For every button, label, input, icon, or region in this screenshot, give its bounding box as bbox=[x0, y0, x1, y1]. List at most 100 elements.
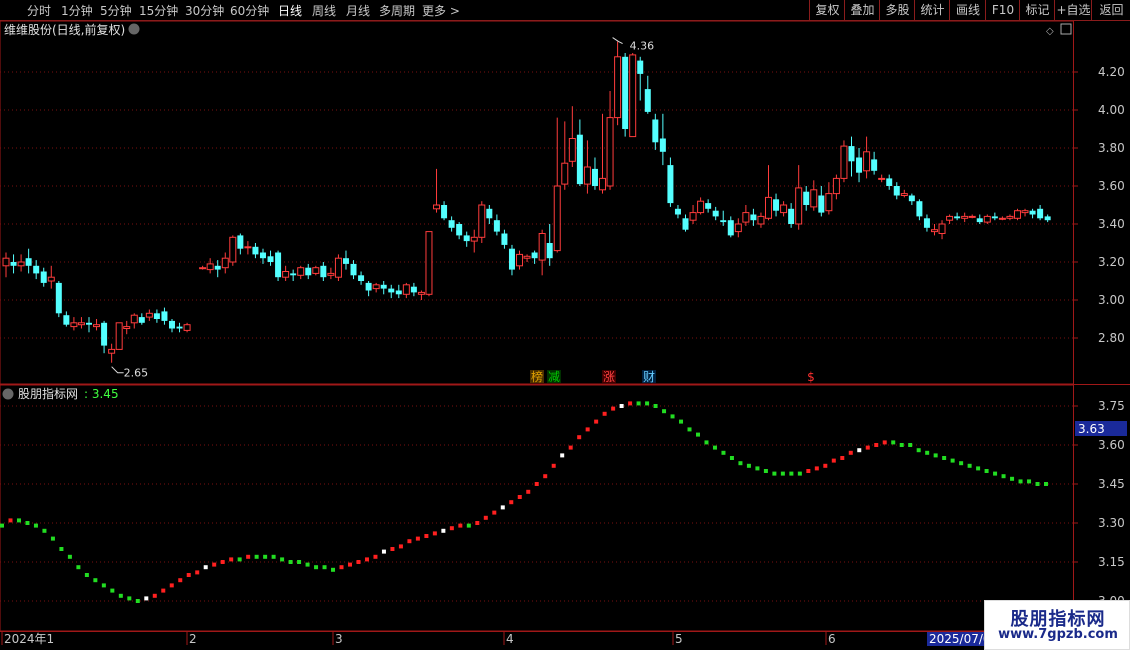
candle-body-up bbox=[795, 187, 803, 225]
indicator-dot bbox=[560, 453, 565, 458]
toolbar-button-4[interactable]: 画线 bbox=[949, 0, 986, 20]
candle-body-up bbox=[123, 326, 131, 330]
toolbar-button-7[interactable]: +自选 bbox=[1054, 0, 1092, 20]
candle-body-down bbox=[501, 233, 508, 245]
candle-body-down bbox=[410, 286, 417, 293]
candle-body-up bbox=[77, 322, 85, 326]
candle-body-up bbox=[327, 272, 335, 276]
candle-body-up bbox=[108, 348, 116, 354]
indicator-dot bbox=[814, 466, 819, 471]
candle-body-down bbox=[252, 246, 259, 255]
candle-body-down bbox=[85, 322, 92, 325]
candle-body-up bbox=[599, 177, 607, 191]
indicator-dot bbox=[568, 445, 573, 450]
toolbar-button-3[interactable]: 统计 bbox=[914, 0, 950, 20]
indicator-dot bbox=[8, 518, 13, 523]
main-y-tick-label: 3.20 bbox=[1098, 255, 1125, 269]
indicator-dot bbox=[933, 453, 938, 458]
indicator-dot bbox=[509, 500, 514, 505]
indicator-dot bbox=[212, 562, 217, 567]
candle-body-down bbox=[214, 265, 221, 270]
candle-body-up bbox=[606, 117, 614, 187]
period-tab-2[interactable]: 5分钟 bbox=[100, 2, 132, 19]
candle-body-up bbox=[780, 204, 788, 214]
toolbar-button-6[interactable]: 标记 bbox=[1019, 0, 1055, 20]
candle-body-up bbox=[840, 145, 848, 179]
indicator-dot bbox=[50, 536, 55, 541]
main-y-tick-label: 2.80 bbox=[1098, 331, 1125, 345]
indicator-dot bbox=[441, 528, 446, 533]
candle-body-down bbox=[267, 256, 274, 262]
period-tab-8[interactable]: 月线 bbox=[346, 2, 370, 19]
period-tab-7[interactable]: 周线 bbox=[312, 2, 336, 19]
candle-body-up bbox=[199, 267, 207, 270]
event-mark-3[interactable]: 财 bbox=[643, 370, 655, 384]
toolbar-button-0[interactable]: 复权 bbox=[809, 0, 845, 20]
toolbar-button-8[interactable]: 返回 bbox=[1091, 0, 1130, 20]
indicator-panel-frame bbox=[0, 384, 1074, 632]
indicator-value: : 3.45 bbox=[84, 387, 119, 401]
event-mark-4[interactable]: $ bbox=[807, 370, 815, 384]
indicator-dot bbox=[322, 565, 327, 570]
toolbar-button-2[interactable]: 多股 bbox=[879, 0, 915, 20]
candle-body-down bbox=[138, 317, 145, 323]
main-y-tick-label: 4.00 bbox=[1098, 103, 1125, 117]
candle-body-up bbox=[583, 166, 591, 185]
indicator-dot bbox=[687, 427, 692, 432]
period-tab-0[interactable]: 分时 bbox=[27, 2, 51, 19]
indicator-dot bbox=[729, 456, 734, 460]
indicator-dot bbox=[288, 560, 293, 564]
diamond-icon[interactable]: ◇ bbox=[1046, 26, 1054, 37]
event-mark-0[interactable]: 榜 bbox=[531, 369, 543, 384]
event-mark-1[interactable]: 减 bbox=[548, 370, 560, 384]
candle-body-up bbox=[183, 324, 191, 331]
toolbar-button-5[interactable]: F10 bbox=[985, 0, 1020, 20]
x-axis-label: 5 bbox=[675, 632, 683, 646]
candle-body-up bbox=[433, 204, 441, 210]
candle-body-down bbox=[441, 205, 448, 219]
indicator-dot bbox=[381, 549, 386, 554]
indicator-dot bbox=[59, 547, 64, 551]
low-price-label: 2.65 bbox=[124, 367, 149, 380]
x-axis-label: 2024年1 bbox=[4, 632, 54, 646]
toolbar-button-1[interactable]: 叠加 bbox=[844, 0, 880, 20]
candle-body-down bbox=[674, 208, 681, 215]
candle-body-down bbox=[395, 290, 402, 295]
candle-body-down bbox=[856, 157, 863, 173]
period-tab-6[interactable]: 日线 bbox=[278, 2, 302, 19]
candle-body-up bbox=[516, 253, 524, 267]
candle-body-up bbox=[417, 291, 425, 295]
indicator-dot bbox=[42, 528, 47, 533]
candle-body-down bbox=[40, 271, 47, 283]
indicator-dot bbox=[314, 565, 319, 570]
indicator-dot bbox=[127, 596, 132, 601]
candle-body-down bbox=[456, 224, 463, 236]
period-tab-10[interactable]: 更多 > bbox=[422, 2, 460, 19]
indicator-collapse-icon[interactable] bbox=[2, 388, 14, 400]
period-tab-3[interactable]: 15分钟 bbox=[139, 2, 178, 19]
indicator-dot bbox=[33, 523, 38, 528]
candle-body-up bbox=[47, 276, 55, 282]
candle-body-down bbox=[788, 208, 795, 224]
indicator-dot bbox=[1027, 479, 1032, 484]
candle-body-down bbox=[508, 248, 515, 270]
period-toolbar: 分时 1分钟 5分钟 15分钟 30分钟 60分钟 日线 周线 月线 多周期 更多 > 复权 叠加 多股统… bbox=[0, 0, 1130, 21]
period-tab-9[interactable]: 多周期 bbox=[379, 2, 415, 19]
candle-body-down bbox=[493, 220, 500, 232]
candle-body-down bbox=[176, 326, 183, 329]
indicator-dot bbox=[670, 414, 675, 419]
collapse-icon[interactable] bbox=[128, 23, 140, 35]
indicator-dot bbox=[696, 432, 700, 437]
window-toggle-icon[interactable] bbox=[1060, 23, 1072, 35]
candle-body-down bbox=[320, 265, 327, 278]
period-tab-5[interactable]: 60分钟 bbox=[230, 2, 269, 19]
indicator-dot bbox=[407, 539, 412, 544]
candle-body-down bbox=[486, 208, 493, 219]
indicator-dot bbox=[305, 562, 310, 567]
event-mark-2[interactable]: 涨 bbox=[603, 369, 615, 384]
indicator-name: 股朋指标网 bbox=[18, 386, 78, 401]
period-tab-4[interactable]: 30分钟 bbox=[185, 2, 224, 19]
candle-body-up bbox=[372, 284, 380, 290]
period-tab-1[interactable]: 1分钟 bbox=[61, 2, 93, 19]
indicator-dot bbox=[118, 593, 123, 598]
